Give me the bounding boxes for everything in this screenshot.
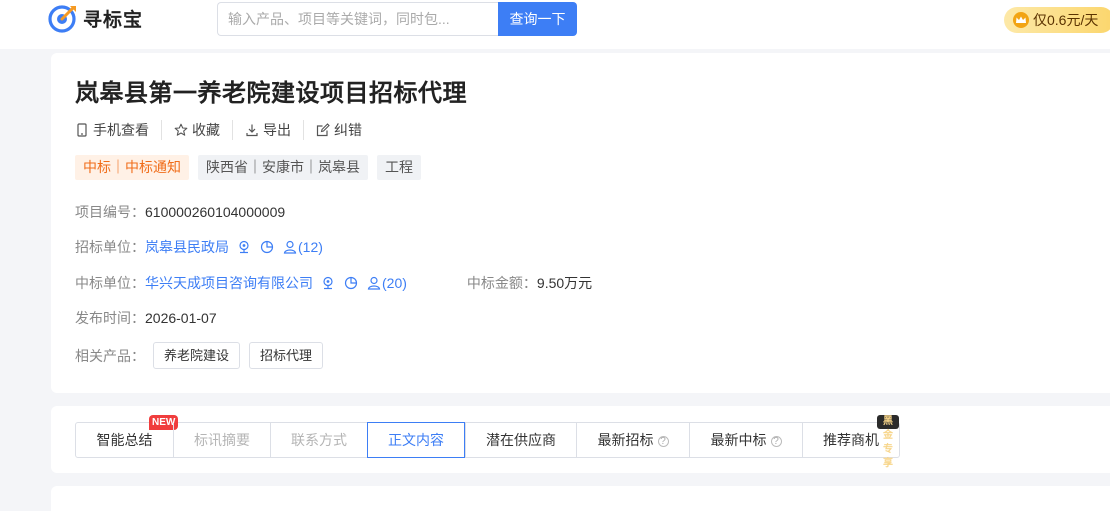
tab-contacts[interactable]: 联系方式 xyxy=(270,423,367,457)
tenderer-row: 招标单位： 岚皋县民政局 (12) xyxy=(75,237,323,257)
tab-smart-summary[interactable]: 智能总结 NEW xyxy=(76,415,179,457)
search-input[interactable] xyxy=(217,2,499,36)
region-tag[interactable]: 陕西省｜安康市｜岚皋县 xyxy=(198,155,368,180)
tab-latest-tenders[interactable]: 最新招标? xyxy=(576,423,689,457)
detail-card: 岚皋县第一养老院建设项目招标代理 手机查看 收藏 导出 纠错 中标｜中标通知 陕… xyxy=(51,53,1110,393)
amount-value: 9.50万元 xyxy=(536,275,593,291)
tenderer-contacts[interactable]: (12) xyxy=(283,239,323,255)
tab-label: 最新中标 xyxy=(710,432,767,448)
help-icon[interactable]: ? xyxy=(657,436,669,447)
tenderer-label: 招标单位： xyxy=(75,239,145,255)
tab-recommended-opportunities[interactable]: 推荐商机 黑金专享 xyxy=(802,415,899,469)
project-no-row: 项目编号： 610000260104000009 xyxy=(75,202,285,222)
action-bar: 手机查看 收藏 导出 纠错 xyxy=(75,120,374,140)
export-label: 导出 xyxy=(263,122,291,138)
tag-list: 中标｜中标通知 陕西省｜安康市｜岚皋县 工程 xyxy=(75,155,430,180)
tab-potential-suppliers[interactable]: 潜在供应商 xyxy=(465,423,576,457)
tab-label: 联系方式 xyxy=(291,432,347,448)
tab-label: 正文内容 xyxy=(388,432,444,448)
content-tabs: 智能总结 NEW 标讯摘要 联系方式 正文内容 潜在供应商 最新招标? 最新中标… xyxy=(75,415,900,469)
tab-label: 潜在供应商 xyxy=(486,432,556,448)
winner-count: (20) xyxy=(382,275,407,291)
download-icon xyxy=(246,124,258,137)
page-title: 岚皋县第一养老院建设项目招标代理 xyxy=(75,80,467,107)
tab-label: 标讯摘要 xyxy=(194,432,250,448)
winner-contacts[interactable]: (20) xyxy=(367,275,407,291)
products-row: 相关产品： 养老院建设 招标代理 xyxy=(75,342,332,369)
logo-target-icon xyxy=(48,5,76,33)
product-chip[interactable]: 招标代理 xyxy=(249,342,324,369)
tabs-card: 智能总结 NEW 标讯摘要 联系方式 正文内容 潜在供应商 最新招标? 最新中标… xyxy=(51,406,1110,473)
pie-chart-icon[interactable] xyxy=(260,240,274,254)
publish-date: 2026-01-07 xyxy=(145,310,217,326)
pie-chart-icon[interactable] xyxy=(344,276,358,290)
tab-latest-awards[interactable]: 最新中标? xyxy=(689,423,802,457)
tab-summary[interactable]: 标讯摘要 xyxy=(173,423,270,457)
top-header: 寻标宝 查询一下 仅0.6元/天 xyxy=(0,0,1110,49)
crown-icon xyxy=(1013,12,1029,28)
amount-label: 中标金额： xyxy=(466,275,537,291)
project-no-value: 610000260104000009 xyxy=(145,204,286,220)
favorite-button[interactable]: 收藏 xyxy=(161,120,232,140)
location-pin-icon[interactable] xyxy=(237,240,251,254)
location-pin-icon[interactable] xyxy=(321,276,335,290)
favorite-label: 收藏 xyxy=(192,122,220,138)
products-label: 相关产品： xyxy=(75,347,145,364)
mobile-view-label: 手机查看 xyxy=(93,122,149,138)
export-button[interactable]: 导出 xyxy=(232,120,303,140)
vip-price-badge[interactable]: 仅0.6元/天 xyxy=(1004,7,1110,33)
publish-label: 发布时间： xyxy=(75,310,145,326)
help-icon[interactable]: ? xyxy=(770,436,782,447)
price-text: 仅0.6元/天 xyxy=(1033,12,1099,28)
tenderer-count: (12) xyxy=(298,239,323,255)
user-icon xyxy=(367,276,381,290)
vip-badge: 黑金专享 xyxy=(877,415,899,469)
search-button[interactable]: 查询一下 xyxy=(498,2,577,36)
correction-button[interactable]: 纠错 xyxy=(303,120,374,140)
tab-label: 推荐商机 xyxy=(823,432,879,448)
logo[interactable]: 寻标宝 xyxy=(48,2,143,34)
status-tag[interactable]: 中标｜中标通知 xyxy=(75,155,189,180)
correction-label: 纠错 xyxy=(334,122,362,138)
category-tag[interactable]: 工程 xyxy=(377,155,421,180)
tab-main-content[interactable]: 正文内容 xyxy=(367,422,465,458)
phone-icon xyxy=(77,123,87,137)
mobile-view-button[interactable]: 手机查看 xyxy=(75,120,161,140)
user-icon xyxy=(283,240,297,254)
tab-label: 智能总结 xyxy=(96,432,153,448)
winner-link[interactable]: 华兴天成项目咨询有限公司 xyxy=(145,273,313,293)
winner-label: 中标单位： xyxy=(75,275,145,291)
edit-icon xyxy=(316,123,330,137)
winner-row: 中标单位： 华兴天成项目咨询有限公司 (20) 中标金额： 9.50万元 xyxy=(75,273,592,293)
product-chip[interactable]: 养老院建设 xyxy=(153,342,241,369)
publish-row: 发布时间： 2026-01-07 xyxy=(75,308,217,328)
content-card xyxy=(51,486,1110,511)
project-no-label: 项目编号： xyxy=(75,204,145,220)
tab-label: 最新招标 xyxy=(597,432,654,448)
logo-text: 寻标宝 xyxy=(83,9,144,31)
star-icon xyxy=(174,123,188,136)
tenderer-link[interactable]: 岚皋县民政局 xyxy=(145,237,229,257)
